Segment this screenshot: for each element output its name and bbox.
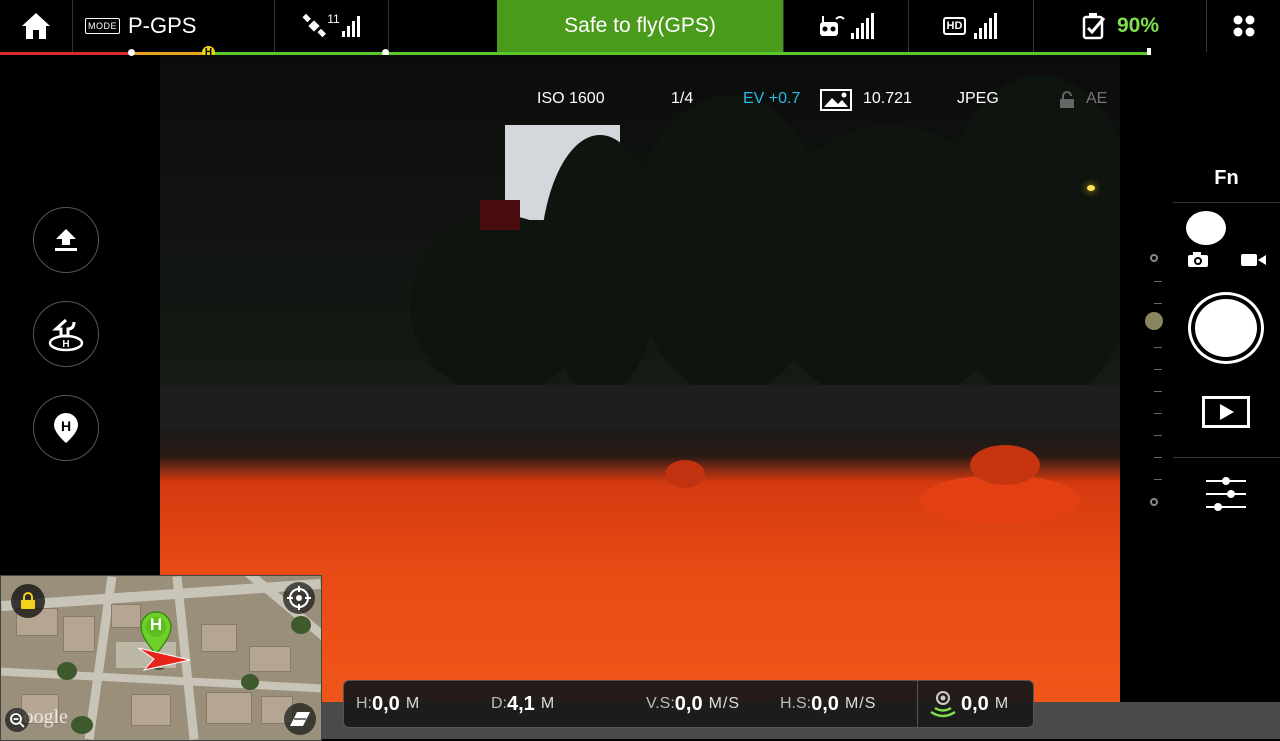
timeline-marker [128, 49, 135, 56]
flight-status-banner[interactable]: Safe to fly(GPS) [497, 0, 783, 52]
flight-status-text: Safe to fly(GPS) [564, 14, 716, 37]
shutter-icon [1195, 299, 1257, 357]
video-mode-icon [1241, 254, 1266, 266]
hd-badge-icon: HD [942, 17, 967, 35]
ae-lock-icon[interactable] [1059, 91, 1075, 109]
gps-count: 11 [327, 12, 340, 26]
grid-menu-icon [1233, 15, 1254, 37]
ae-label: AE [1086, 90, 1108, 107]
return-to-home-button[interactable]: H [33, 301, 99, 367]
remote-controller-icon [819, 16, 845, 36]
remote-controller-signal[interactable] [784, 0, 908, 52]
zoom-out-icon [10, 713, 25, 728]
home-point-pin-icon: H [54, 413, 78, 443]
aircraft-heading-icon [137, 647, 191, 671]
gimbal-pitch-slider[interactable] [1145, 312, 1163, 330]
flight-mode-label: P-GPS [128, 13, 197, 38]
gps-status[interactable]: 11 [275, 0, 388, 52]
mini-map[interactable]: H Google [0, 575, 322, 741]
vertical-speed-readout: V.S: 0,0 M/S [646, 681, 740, 727]
horizontal-speed-readout: H.S: 0,0 M/S [780, 681, 876, 727]
camera-settings-icon[interactable] [1204, 475, 1248, 513]
vertical-speed-unit: M/S [708, 695, 741, 712]
image-format-value: JPEG [957, 90, 999, 107]
rc-signal-bars-icon [850, 13, 876, 39]
battery-icon [1082, 13, 1106, 40]
distance-value: 4,1 [507, 692, 535, 715]
street-light [1087, 185, 1095, 191]
crosshair-icon [287, 586, 311, 610]
gimbal-scale-bottom [1150, 498, 1158, 506]
telemetry-divider [917, 681, 918, 727]
home-icon [22, 13, 50, 39]
clear-flight-path-button[interactable] [284, 703, 316, 735]
camera-mode-icon [1188, 252, 1208, 267]
horizontal-speed-value: 0,0 [811, 692, 839, 715]
horizontal-speed-label: H.S: [780, 695, 812, 712]
map-zoom-out-button[interactable] [5, 708, 29, 732]
takeoff-button[interactable] [33, 207, 99, 273]
gimbal-scale-top [1150, 254, 1158, 262]
takeoff-icon [55, 229, 77, 251]
iso-value: ISO 1600 [537, 90, 605, 107]
home-button[interactable] [0, 0, 72, 52]
vertical-speed-value: 0,0 [674, 692, 703, 715]
camera-control-panel: Fn [1120, 55, 1280, 702]
vertical-speed-label: V.S: [646, 695, 675, 712]
map-recenter-button[interactable] [283, 582, 315, 614]
satellite-icon [302, 13, 327, 38]
horizontal-speed-unit: M/S [844, 695, 877, 712]
flight-telemetry-bar: H: 0,0 M D: 4,1 M V.S: 0,0 M/S H.S: 0,0 … [343, 680, 1034, 728]
height-unit: M [405, 695, 421, 712]
top-status-bar: MODE P-GPS 11 Safe to fly(GPS) HD 90% [0, 0, 1280, 52]
svg-text:H: H [61, 418, 71, 434]
photo-storage-icon [820, 89, 852, 111]
gps-signal-icon [341, 15, 362, 37]
eraser-icon [290, 712, 310, 726]
mode-badge: MODE [85, 18, 120, 34]
home-point-button[interactable]: H [33, 395, 99, 461]
battery-status[interactable]: 90% [1034, 0, 1206, 52]
distance-label: D: [491, 695, 507, 712]
remaining-storage-value: 10.721 [863, 90, 912, 107]
fn-button[interactable]: Fn [1173, 155, 1280, 201]
hd-signal-bars-icon [974, 13, 999, 39]
map-lock-button[interactable] [11, 584, 45, 618]
home-marker-label: H [149, 615, 163, 634]
flight-mode[interactable]: MODE P-GPS [73, 0, 273, 52]
vision-height-value: 0,0 [961, 692, 989, 715]
height-label: H: [356, 695, 372, 712]
settings-menu-button[interactable] [1207, 0, 1280, 52]
height-readout: H: 0,0 M [356, 681, 420, 727]
vision-positioning-readout: 0,0 M [929, 681, 1009, 727]
vision-height-unit: M [994, 695, 1010, 712]
distance-unit: M [540, 695, 556, 712]
shutter-value: 1/4 [671, 90, 694, 107]
lock-icon [21, 592, 35, 609]
playback-button[interactable] [1202, 396, 1250, 428]
svg-text:H: H [62, 339, 69, 350]
video-link-signal[interactable]: HD [909, 0, 1033, 52]
shutter-button[interactable] [1188, 292, 1264, 364]
ev-value: EV +0.7 [743, 90, 801, 107]
battery-percent: 90% [1116, 14, 1160, 37]
vision-sensor-icon [930, 691, 956, 718]
distance-readout: D: 4,1 M [491, 681, 555, 727]
height-value: 0,0 [372, 692, 400, 715]
return-home-icon: H [48, 318, 84, 352]
photo-video-toggle[interactable] [1186, 211, 1226, 245]
